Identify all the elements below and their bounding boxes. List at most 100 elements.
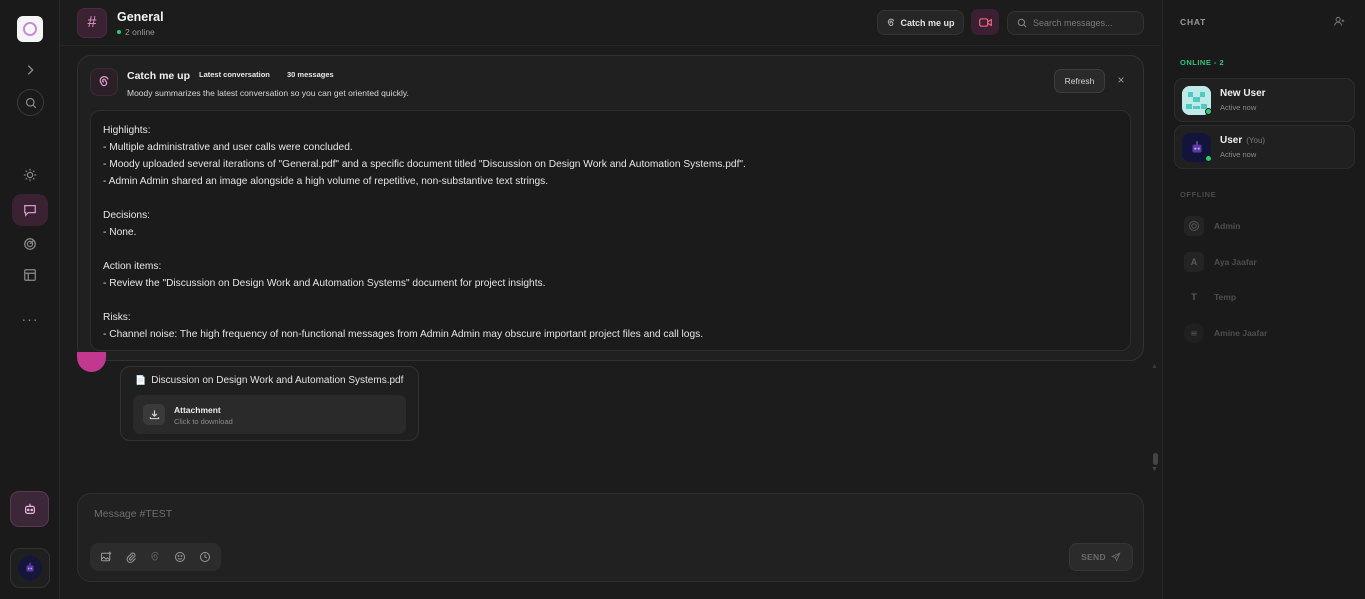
summary-line: - Admin Admin shared an image alongside … bbox=[103, 176, 549, 187]
more-options-button[interactable]: ··· bbox=[12, 303, 48, 335]
robot-avatar-icon bbox=[1191, 330, 1197, 336]
scroll-down-arrow-icon[interactable]: ▼ bbox=[1151, 466, 1158, 473]
search-input[interactable] bbox=[1033, 18, 1143, 28]
user-name: Aya Jaafar bbox=[1214, 257, 1257, 267]
online-count-text: 2 online bbox=[125, 27, 155, 37]
scroll-up-arrow-icon[interactable]: ▲ bbox=[1151, 363, 1158, 370]
channel-header: # General 2 online Catch me up bbox=[61, 0, 1161, 46]
refresh-button[interactable]: Refresh bbox=[1054, 69, 1105, 93]
file-name-row: 📄 Discussion on Design Work and Automati… bbox=[135, 375, 403, 386]
avatar: A bbox=[1184, 252, 1204, 272]
add-user-icon[interactable] bbox=[1334, 14, 1345, 32]
document-icon: 📄 bbox=[135, 375, 147, 385]
summary-badge-latest: Latest conversation bbox=[199, 70, 270, 79]
online-heading: ONLINE - 2 bbox=[1180, 58, 1225, 67]
expand-rail-button[interactable] bbox=[12, 54, 48, 86]
message-input[interactable] bbox=[94, 508, 994, 526]
image-upload-icon[interactable] bbox=[97, 548, 115, 566]
summary-line: Risks: bbox=[103, 312, 131, 323]
online-dot-icon bbox=[117, 30, 121, 34]
channel-hash-icon: # bbox=[77, 8, 107, 38]
ellipsis-icon: ··· bbox=[21, 311, 39, 327]
send-label: SEND bbox=[1081, 552, 1106, 562]
clock-icon[interactable] bbox=[196, 548, 214, 566]
offline-user[interactable]: Amine Jaafar bbox=[1184, 323, 1267, 343]
rail-item-theme[interactable] bbox=[12, 159, 48, 191]
summary-line bbox=[103, 190, 1118, 207]
summary-line: Action items: bbox=[103, 261, 162, 272]
app-logo[interactable] bbox=[17, 16, 43, 42]
offline-user[interactable]: A Aya Jaafar bbox=[1184, 252, 1257, 272]
robot-icon bbox=[24, 503, 35, 514]
summary-body: Highlights: - Multiple administrative an… bbox=[90, 110, 1131, 351]
online-status-dot bbox=[1205, 108, 1212, 115]
file-name: Discussion on Design Work and Automation… bbox=[151, 375, 404, 386]
avatar bbox=[1184, 323, 1204, 343]
online-user-card[interactable]: New User Active now bbox=[1174, 78, 1355, 122]
download-icon bbox=[143, 404, 165, 425]
members-panel: CHAT ONLINE - 2 New User Active now User… bbox=[1162, 0, 1365, 599]
file-message-card: 📄 Discussion on Design Work and Automati… bbox=[120, 366, 419, 441]
spiral-icon[interactable] bbox=[146, 548, 164, 566]
attachment-download[interactable]: Attachment Click to download bbox=[133, 395, 406, 434]
avatar bbox=[18, 556, 42, 580]
rail-item-chat[interactable] bbox=[12, 194, 48, 226]
catch-me-up-label: Catch me up bbox=[900, 17, 955, 28]
message-author-avatar[interactable] bbox=[77, 352, 106, 372]
send-icon bbox=[1110, 552, 1121, 562]
message-composer: SEND bbox=[77, 493, 1144, 582]
layout-icon bbox=[24, 269, 36, 281]
summary-line bbox=[103, 241, 1118, 258]
search-icon bbox=[25, 97, 36, 108]
attachment-subtitle: Click to download bbox=[174, 417, 233, 426]
send-button[interactable]: SEND bbox=[1069, 543, 1133, 571]
profile-avatar-button[interactable] bbox=[10, 548, 50, 588]
online-status-dot bbox=[1205, 155, 1212, 162]
scrollbar-thumb[interactable] bbox=[1153, 453, 1158, 465]
user-name: Temp bbox=[1214, 292, 1237, 302]
panel-title: CHAT bbox=[1180, 17, 1207, 27]
close-icon[interactable]: × bbox=[1113, 71, 1129, 89]
offline-user[interactable]: Admin bbox=[1184, 216, 1240, 236]
video-camera-icon bbox=[978, 17, 992, 27]
catch-me-up-summary-card: Catch me up Latest conversation 30 messa… bbox=[77, 55, 1144, 361]
radar-icon bbox=[24, 238, 36, 250]
user-name: Amine Jaafar bbox=[1214, 328, 1268, 338]
channel-title: General bbox=[117, 10, 164, 24]
chat-bubble-icon bbox=[24, 205, 36, 217]
user-name: New User bbox=[1220, 88, 1266, 99]
rail-item-radar[interactable] bbox=[12, 228, 48, 260]
rail-item-layout[interactable] bbox=[12, 259, 48, 291]
spiral-icon bbox=[888, 18, 895, 26]
user-name: User (You) bbox=[1220, 135, 1266, 146]
composer-toolbar bbox=[90, 543, 221, 571]
offline-heading: OFFLINE bbox=[1180, 190, 1217, 199]
emoji-icon[interactable] bbox=[171, 548, 189, 566]
avatar bbox=[1184, 216, 1204, 236]
user-status: Active now bbox=[1220, 150, 1257, 159]
summary-title: Catch me up bbox=[127, 70, 191, 82]
summary-badge-count: 30 messages bbox=[287, 70, 334, 79]
catch-me-up-button[interactable]: Catch me up bbox=[877, 10, 964, 35]
summary-line: - Moody uploaded several iterations of "… bbox=[103, 159, 746, 170]
attachment-title: Attachment bbox=[174, 405, 221, 415]
spiral-icon bbox=[90, 68, 118, 96]
robot-avatar-icon bbox=[26, 562, 34, 572]
summary-line: Highlights: bbox=[103, 125, 151, 136]
assistant-bot-button[interactable] bbox=[10, 491, 49, 527]
paperclip-icon[interactable] bbox=[122, 548, 140, 566]
rail-search-button[interactable] bbox=[17, 89, 44, 116]
message-search bbox=[1007, 11, 1144, 35]
summary-line: Decisions: bbox=[103, 210, 150, 221]
chevron-right-icon bbox=[27, 65, 34, 75]
channel-online-count: 2 online bbox=[117, 27, 155, 37]
online-user-card[interactable]: User (You) Active now bbox=[1174, 125, 1355, 169]
summary-line: - None. bbox=[103, 227, 137, 238]
offline-user[interactable]: T Temp bbox=[1184, 287, 1236, 307]
you-tag: (You) bbox=[1246, 136, 1266, 145]
summary-line: - Multiple administrative and user calls… bbox=[103, 142, 353, 153]
admin-avatar-icon bbox=[1189, 221, 1199, 231]
user-name: Admin bbox=[1214, 221, 1241, 231]
video-call-button[interactable] bbox=[971, 9, 999, 35]
summary-line bbox=[103, 292, 1118, 309]
